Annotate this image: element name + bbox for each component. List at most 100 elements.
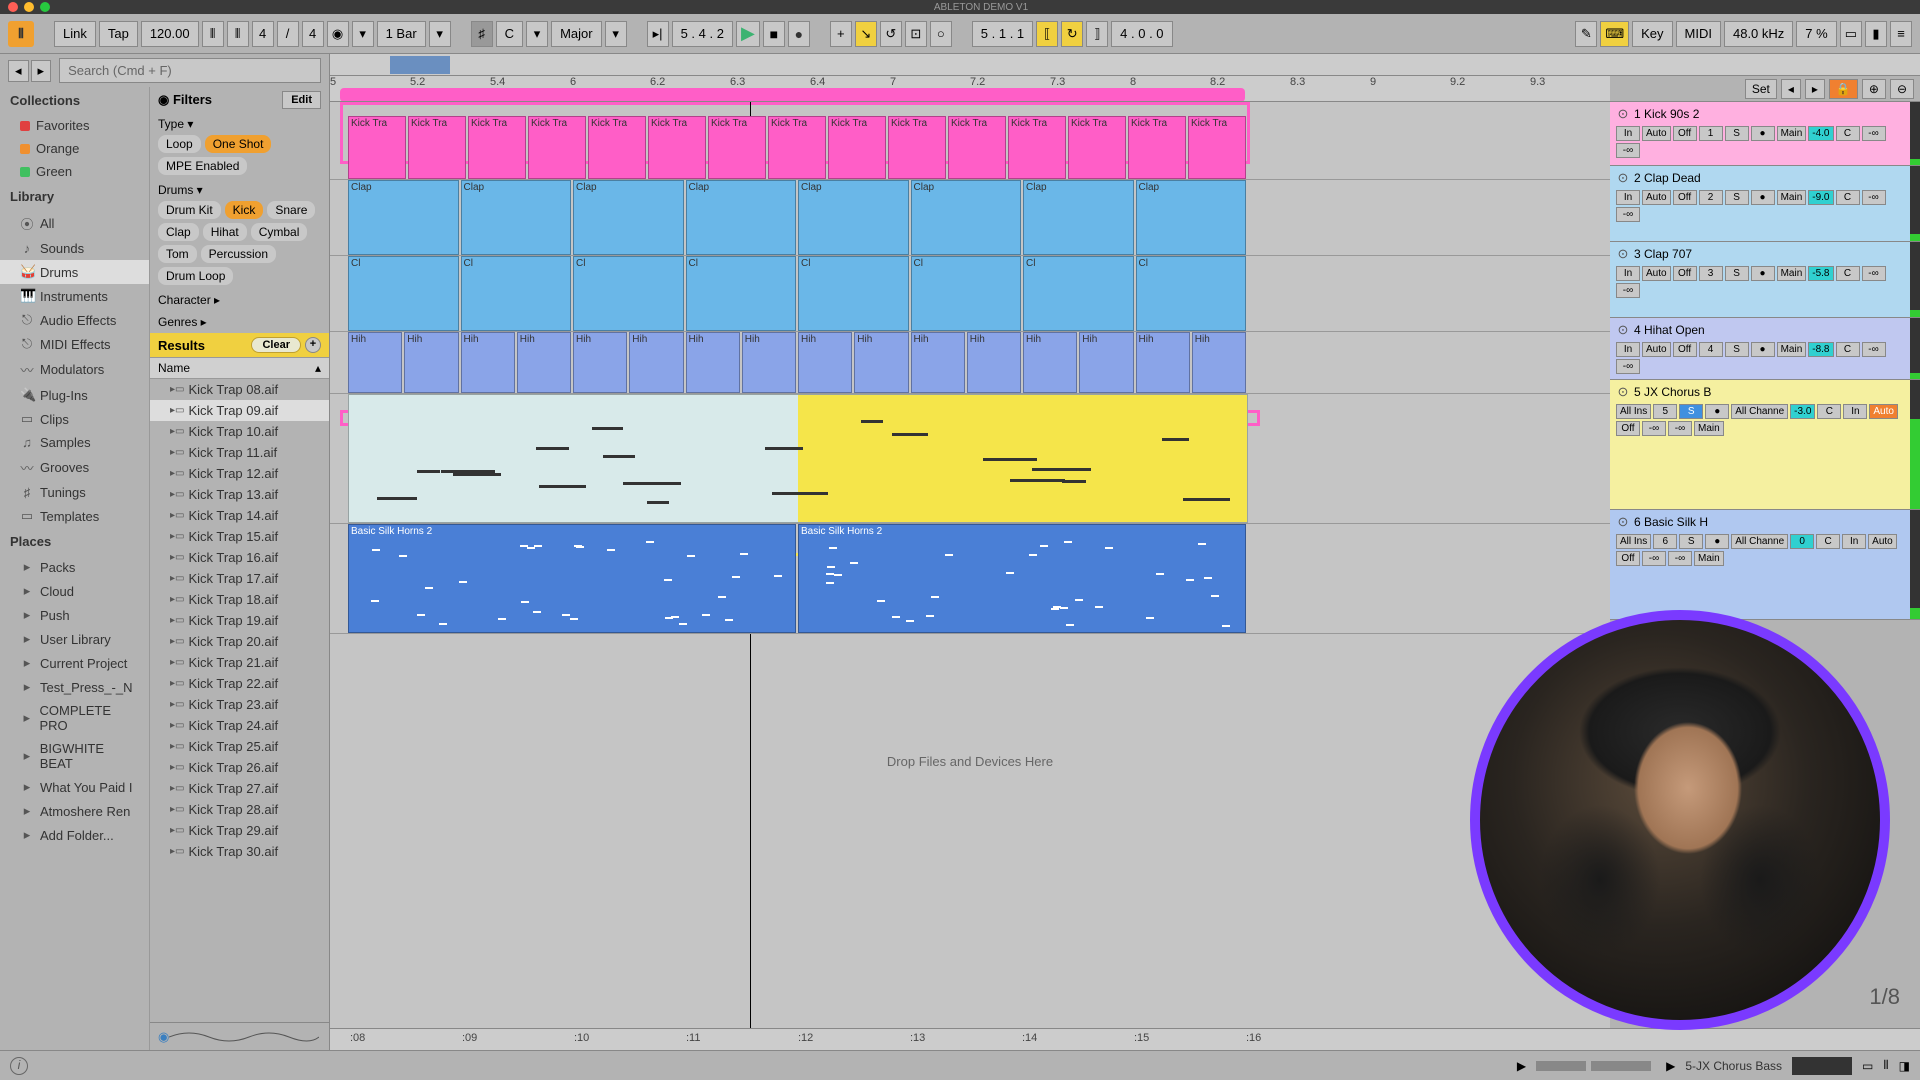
mixer-cell[interactable]: All Channe (1731, 404, 1788, 419)
mixer-cell[interactable]: -∞ (1862, 342, 1886, 357)
mixer-cell[interactable]: -∞ (1862, 190, 1886, 205)
search-input[interactable]: Search (Cmd + F) (59, 58, 321, 83)
place-item[interactable]: ▸BIGWHITE BEAT (0, 737, 149, 775)
mixer-cell[interactable]: Auto (1868, 534, 1897, 549)
mixer-cell[interactable]: S (1725, 266, 1749, 281)
follow-icon[interactable]: ▸| (647, 21, 669, 47)
audio-clip[interactable]: Cl (348, 256, 459, 331)
track-name[interactable]: 4 Hihat Open (1634, 323, 1904, 337)
library-item-midi-effects[interactable]: ⎋MIDI Effects (0, 332, 149, 356)
mixer-cell[interactable]: C (1836, 126, 1860, 141)
filter-tag[interactable]: Loop (158, 135, 201, 153)
track-name[interactable]: 5 JX Chorus B (1634, 385, 1904, 399)
maximize-window-icon[interactable] (40, 2, 50, 12)
draw-mode-icon[interactable]: ✎ (1575, 21, 1597, 47)
filter-tag[interactable]: Drum Loop (158, 267, 233, 285)
scale-root[interactable]: C (496, 21, 523, 47)
mixer-track[interactable]: ⊙3 Clap 707InAutoOff3S●Main-5.8C-∞-∞ (1610, 242, 1920, 318)
mixer-cell[interactable]: Auto (1642, 266, 1671, 281)
audio-clip[interactable]: Clap (573, 180, 684, 255)
mixer-cell[interactable]: Main (1777, 190, 1807, 205)
loop-icon[interactable]: ↻ (1061, 21, 1083, 47)
sample-rate-field[interactable]: 48.0 kHz (1724, 21, 1793, 47)
result-item[interactable]: ▸▭ Kick Trap 16.aif (150, 547, 329, 568)
result-item[interactable]: ▸▭ Kick Trap 10.aif (150, 421, 329, 442)
library-item-plug-ins[interactable]: 🔌Plug-Ins (0, 383, 149, 407)
result-item[interactable]: ▸▭ Kick Trap 29.aif (150, 820, 329, 841)
mini-play-icon-2[interactable]: ▶ (1666, 1059, 1675, 1073)
audio-clip[interactable]: Clap (1023, 180, 1134, 255)
automation-arm-icon[interactable]: ↘ (855, 21, 877, 47)
audio-clip[interactable]: Kick Tra (888, 116, 946, 179)
result-item[interactable]: ▸▭ Kick Trap 15.aif (150, 526, 329, 547)
stop-button[interactable]: ■ (763, 21, 785, 47)
result-item[interactable]: ▸▭ Kick Trap 25.aif (150, 736, 329, 757)
browser-fwd-icon[interactable]: ▸ (31, 60, 52, 82)
mixer-cell[interactable]: Off (1616, 551, 1640, 566)
play-button[interactable]: ▶ (736, 21, 760, 47)
fold-icon[interactable]: ⊙ (1616, 514, 1630, 530)
link-button[interactable]: Link (54, 21, 96, 47)
track-lane[interactable]: HihHihHihHihHihHihHihHihHihHihHihHihHihH… (330, 332, 1610, 394)
mixer-cell[interactable]: S (1725, 126, 1749, 141)
audio-clip[interactable]: Kick Tra (588, 116, 646, 179)
audio-clip[interactable]: Clap (686, 180, 797, 255)
midi-clip[interactable]: Basic Silk Horns 2 (348, 524, 796, 633)
collection-orange[interactable]: Orange (0, 137, 149, 160)
audio-clip[interactable]: Kick Tra (768, 116, 826, 179)
loop-length-field[interactable]: 4 . 0 . 0 (1111, 21, 1172, 47)
library-item-templates[interactable]: ▭Templates (0, 504, 149, 528)
clips-area[interactable]: Kick Tra Kick Tra Kick Tra Kick Tra Kick Tra… (330, 102, 1610, 1028)
sort-icon[interactable]: ▴ (315, 361, 321, 375)
mini-play-icon[interactable]: ▶ (1517, 1059, 1526, 1073)
scale-mode[interactable]: Major (551, 21, 602, 47)
scale-icon[interactable]: ♯ (471, 21, 493, 47)
quantize-field[interactable]: 1 Bar (377, 21, 426, 47)
mixer-cell[interactable]: C (1816, 534, 1840, 549)
loop-start-field[interactable]: 5 . 1 . 1 (972, 21, 1033, 47)
audio-clip[interactable]: Hih (1192, 332, 1246, 393)
fold-icon[interactable]: ⊙ (1616, 106, 1630, 122)
audio-clip[interactable]: Hih (742, 332, 796, 393)
audio-clip[interactable]: Kick Tra (1128, 116, 1186, 179)
audio-clip[interactable]: Hih (517, 332, 571, 393)
key-button[interactable]: Key (1632, 21, 1672, 47)
audio-clip[interactable]: Hih (967, 332, 1021, 393)
result-item[interactable]: ▸▭ Kick Trap 20.aif (150, 631, 329, 652)
audio-clip[interactable]: Cl (1023, 256, 1134, 331)
beat-ruler[interactable]: 55.25.466.26.36.477.27.388.28.399.29.3 (330, 76, 1610, 101)
result-item[interactable]: ▸▭ Kick Trap 13.aif (150, 484, 329, 505)
audio-clip[interactable]: Kick Tra (348, 116, 406, 179)
drop-zone[interactable]: Drop Files and Devices Here (330, 754, 1610, 769)
position-field[interactable]: 5 . 4 . 2 (672, 21, 733, 47)
mixer-cell[interactable]: S (1725, 342, 1749, 357)
filter-tag[interactable]: Percussion (201, 245, 276, 263)
mixer-cell[interactable]: In (1616, 126, 1640, 141)
mixer-cell[interactable]: C (1817, 404, 1841, 419)
reenable-automation-icon[interactable]: ↺ (880, 21, 902, 47)
mixer-cell[interactable]: In (1842, 534, 1866, 549)
audio-clip[interactable]: Cl (911, 256, 1022, 331)
place-item[interactable]: ▸Cloud (0, 579, 149, 603)
track-name[interactable]: 2 Clap Dead (1634, 171, 1904, 185)
mixer-cell[interactable]: In (1616, 190, 1640, 205)
mixer-cell[interactable]: -∞ (1642, 421, 1666, 436)
result-item[interactable]: ▸▭ Kick Trap 09.aif (150, 400, 329, 421)
mixer-cell[interactable]: Main (1777, 126, 1807, 141)
result-item[interactable]: ▸▭ Kick Trap 19.aif (150, 610, 329, 631)
mixer-cell[interactable]: -∞ (1862, 126, 1886, 141)
mixer-cell[interactable]: ● (1705, 404, 1729, 419)
collection-favorites[interactable]: Favorites (0, 114, 149, 137)
place-item[interactable]: ▸Packs (0, 555, 149, 579)
mixer-cell[interactable]: 2 (1699, 190, 1723, 205)
mixer-cell[interactable]: -4.0 (1808, 126, 1833, 141)
audio-clip[interactable]: Hih (911, 332, 965, 393)
audio-clip[interactable]: Kick Tra (468, 116, 526, 179)
audio-clip[interactable]: Clap (461, 180, 572, 255)
filter-tag[interactable]: Cymbal (251, 223, 308, 241)
metronome-settings-icon[interactable]: ▾ (352, 21, 374, 47)
audio-clip[interactable]: Hih (461, 332, 515, 393)
track-name[interactable]: 6 Basic Silk H (1634, 515, 1904, 529)
result-item[interactable]: ▸▭ Kick Trap 18.aif (150, 589, 329, 610)
timesig-numer[interactable]: 4 (252, 21, 274, 47)
